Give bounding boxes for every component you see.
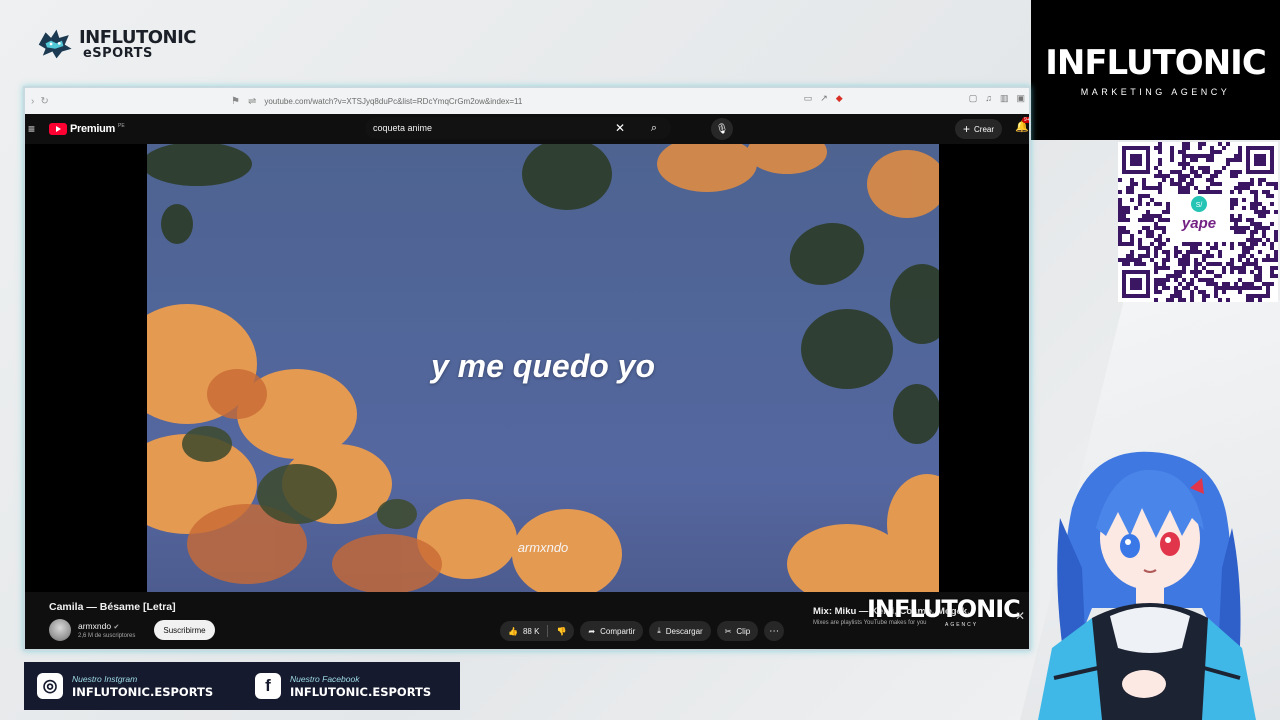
download-button[interactable]: ⤓ Descargar [649,621,711,641]
subscribe-button[interactable]: Suscribirme [154,620,215,640]
address-url: youtube.com/watch?v=XTSJyq8duPc&list=RDc… [264,96,523,106]
youtube-logo-text: Premium [70,123,115,135]
action-bar: 👍 88 K 👎 ➦ Compartir ⤓ Descargar ✂ Clip … [500,621,785,641]
window-icon[interactable]: ▣ [1016,93,1025,104]
yape-qr-code: S/ yape [1118,142,1278,302]
agency-tagline: MARKETING AGENCY [1080,87,1231,97]
video-brand-watermark: INFLUTONIC [867,595,1021,623]
extension-shield-icon[interactable]: ◆ [836,93,843,104]
social-instagram: ◎ Nuestro Instgram INFLUTONIC.ESPORTS [24,673,242,699]
tab-icon[interactable]: ▢ [969,93,978,104]
facebook-label: Nuestro Facebook [290,673,360,684]
facebook-handle: INFLUTONIC.ESPORTS [290,684,432,699]
youtube-header: ≡ Premium PE coqueta anime ✕ ⌕ 🎙 + Crear… [25,114,1029,144]
esports-logo-line2: eSPORTS [82,45,153,61]
lyric-caption: y me quedo yo [430,348,656,384]
youtube-play-icon [49,123,67,135]
esports-logo: INFLUTONIC eSPORTS [36,20,197,68]
like-count[interactable]: 88 K [523,627,539,636]
like-dislike-group: 👍 88 K 👎 [500,621,575,641]
dislike-icon[interactable]: 👎 [556,627,566,636]
instagram-label: Nuestro Instgram [72,673,138,684]
clear-search-icon[interactable]: ✕ [615,121,625,135]
vtuber-figure [1038,451,1256,720]
sidepanel-icon[interactable]: ▥ [1000,93,1009,104]
cast-icon[interactable]: ▭ [804,93,813,104]
browser-toolbar: › ↻ ⚑ ⇌ youtube.com/watch?v=XTSJyq8duPc&… [25,88,1029,114]
clip-label: Clip [736,626,751,636]
browser-window: › ↻ ⚑ ⇌ youtube.com/watch?v=XTSJyq8duPc&… [23,86,1031,651]
download-label: Descargar [665,626,703,636]
video-info: Camila — Bésame [Letra] armxndo ✔ 2,6 M … [25,592,1029,649]
bookmark-icon[interactable]: ⚑ [231,96,240,107]
create-label: Crear [974,124,995,134]
esports-logo-line1: INFLUTONIC [78,26,197,48]
like-divider [547,625,549,637]
video-title: Camila — Bésame [Letra] [49,601,176,613]
create-button[interactable]: + Crear [955,119,1003,139]
scissors-icon: ✂ [724,626,732,636]
mascot-logo-icon [38,29,72,59]
video-frame[interactable]: y me quedo yo armxndo [147,144,939,592]
reload-icon[interactable]: ↻ [40,96,48,107]
menu-icon[interactable]: ≡ [28,122,46,136]
instagram-icon: ◎ [37,673,63,699]
share-page-icon[interactable]: ↗ [820,93,828,104]
clip-button[interactable]: ✂ Clip [716,621,759,641]
notification-badge: 9+ [1022,117,1030,123]
youtube-logo[interactable]: Premium PE [49,123,125,135]
music-icon[interactable]: ♫ [985,93,992,104]
qr-code-icon: S/ yape [1118,142,1278,302]
country-code: PE [117,122,125,129]
channel-name[interactable]: armxndo [78,621,111,631]
notifications-icon[interactable]: 🔔 9+ [1015,117,1030,133]
voice-search-icon[interactable]: 🎙 [711,118,733,140]
subscriber-count: 2,6 M de suscriptores [78,633,136,639]
share-icon: ➦ [588,626,596,636]
site-info-icon[interactable]: ⇌ [248,96,256,107]
social-bar: ◎ Nuestro Instgram INFLUTONIC.ESPORTS f … [24,662,460,710]
verified-icon: ✔ [113,624,120,631]
agency-name: INFLUTONIC [1045,43,1267,83]
like-icon[interactable]: 👍 [508,627,518,636]
download-icon: ⤓ [657,626,661,635]
search-box[interactable]: coqueta anime ✕ ⌕ [365,117,671,139]
search-input[interactable]: coqueta anime [373,123,615,133]
channel-row: armxndo ✔ 2,6 M de suscriptores Suscribi… [49,619,215,641]
share-label: Compartir [600,626,636,636]
qr-brand-label: yape [1181,215,1216,232]
instagram-handle: INFLUTONIC.ESPORTS [72,684,214,699]
channel-avatar[interactable] [49,619,71,641]
address-bar[interactable]: ⚑ ⇌ youtube.com/watch?v=XTSJyq8duPc&list… [225,93,805,109]
plus-icon: + [963,122,971,136]
video-brand-sub: AGENCY [945,622,979,628]
agency-logo-panel: INFLUTONIC MARKETING AGENCY [1031,0,1280,140]
svg-text:S/: S/ [1196,202,1203,209]
vtuber-avatar [1032,448,1262,720]
share-button[interactable]: ➦ Compartir [580,621,644,641]
video-watermark: armxndo [517,540,569,555]
more-actions-icon[interactable]: ⋯ [764,621,785,641]
search-icon[interactable]: ⌕ [637,117,671,139]
social-facebook: f Nuestro Facebook INFLUTONIC.ESPORTS [242,673,460,699]
video-player[interactable]: y me quedo yo armxndo [25,144,1029,592]
forward-icon[interactable]: › [31,96,34,107]
facebook-icon: f [255,673,281,699]
